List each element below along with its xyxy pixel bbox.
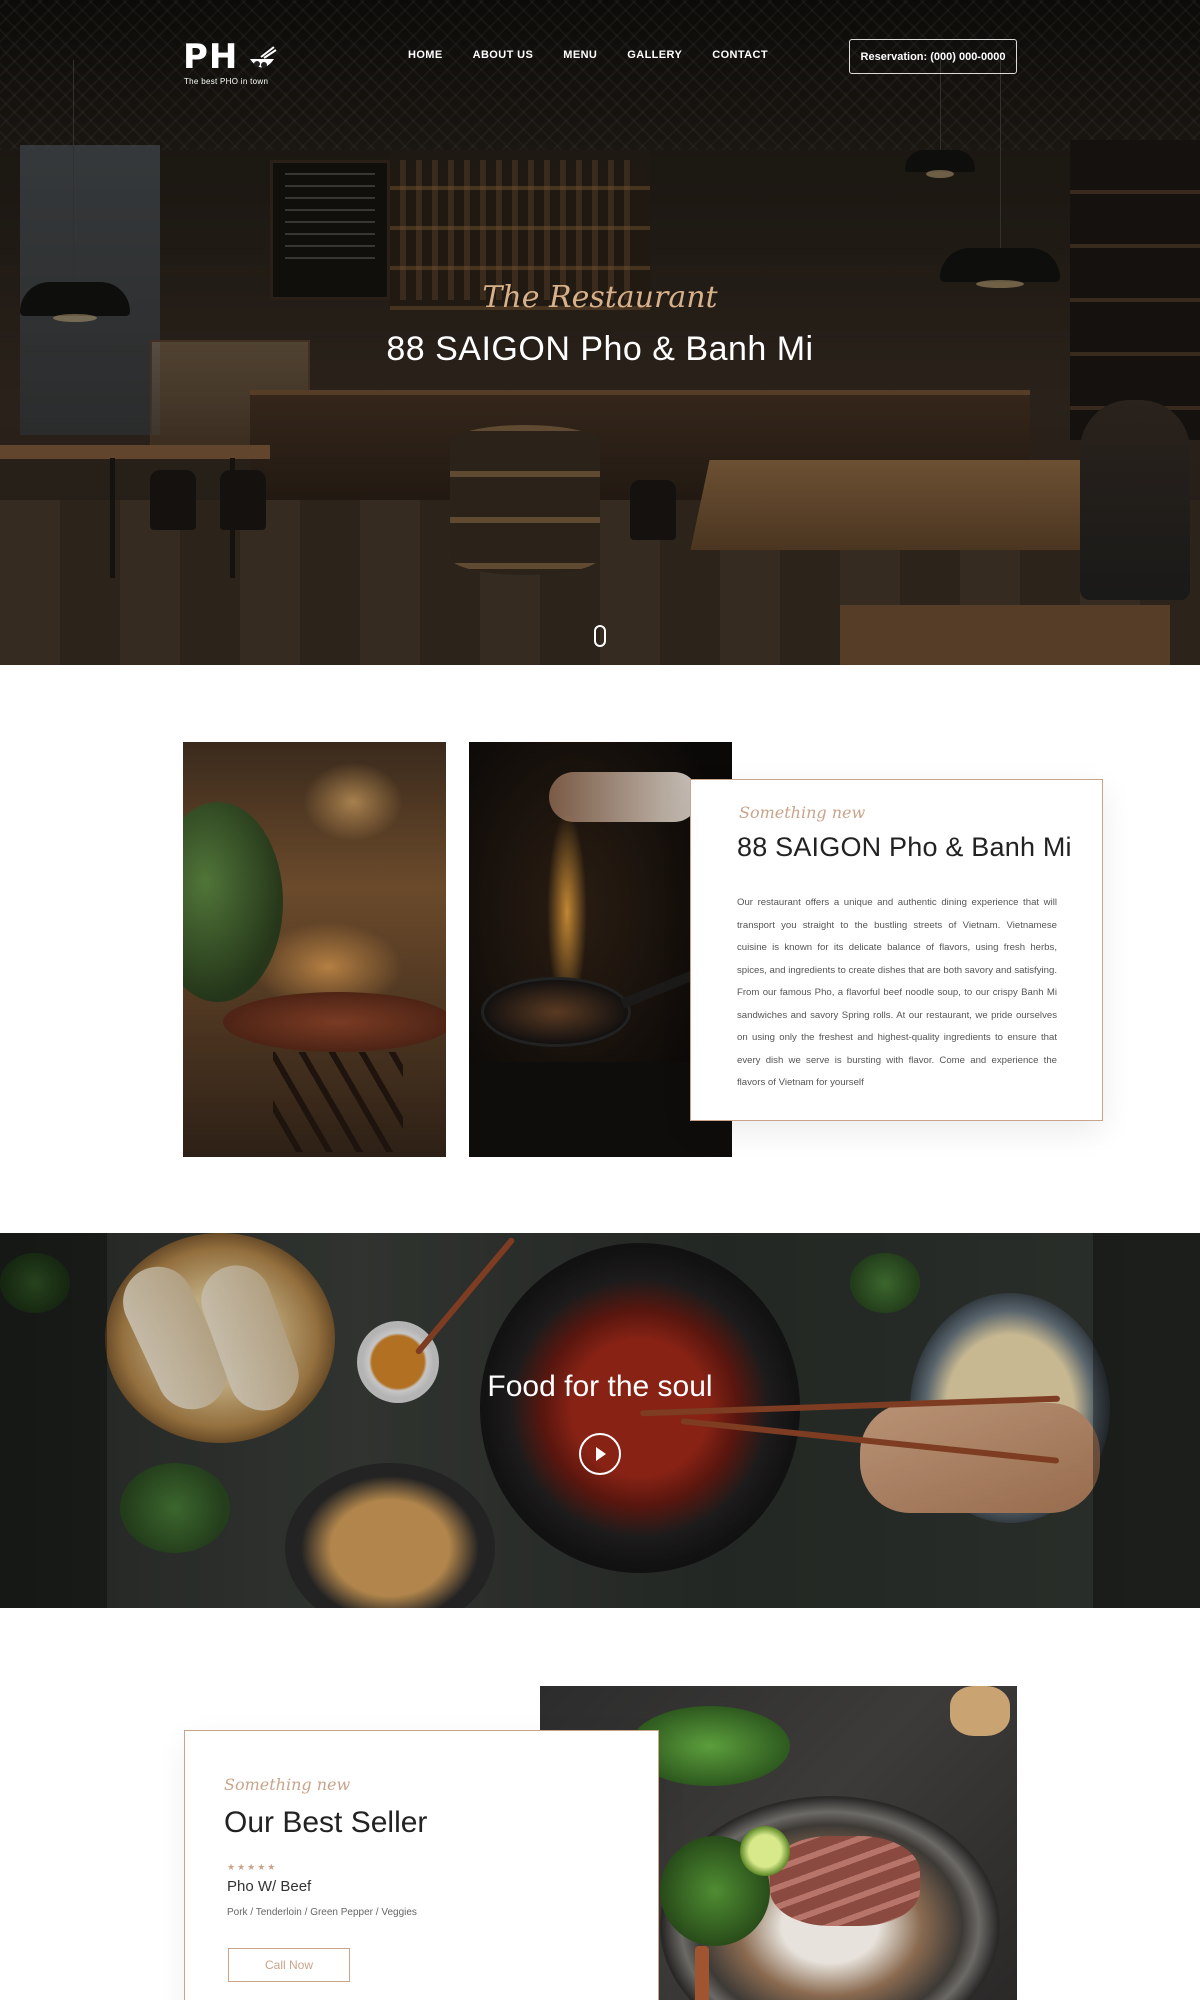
best-seller-script: Something new xyxy=(224,1775,351,1794)
hero-title: 88 SAIGON Pho & Banh Mi xyxy=(386,330,814,368)
reservation-button[interactable]: Reservation: (000) 000-0000 xyxy=(849,39,1017,74)
nav-menu[interactable]: MENU xyxy=(563,49,597,61)
nav-home[interactable]: HOME xyxy=(408,49,443,61)
banner-overlay xyxy=(0,1233,1200,1608)
about-title: 88 SAIGON Pho & Banh Mi xyxy=(737,832,1072,862)
item-description: Pork / Tenderloin / Green Pepper / Veggi… xyxy=(227,1907,417,1918)
about-image-dining xyxy=(183,742,446,1157)
frying-pan xyxy=(481,977,631,1047)
hero-script-heading: The Restaurant xyxy=(482,280,718,315)
top-nav: PH The best PHO in town HOME ABOUT US ME… xyxy=(0,0,1200,110)
logo-text: PH xyxy=(183,37,239,77)
pho-bowl-icon xyxy=(250,46,277,68)
nav-contact[interactable]: CONTACT xyxy=(712,49,768,61)
play-icon xyxy=(596,1447,606,1461)
logo[interactable]: PH The best PHO in town xyxy=(183,40,293,90)
play-button[interactable] xyxy=(579,1433,621,1475)
about-script: Something new xyxy=(739,803,866,822)
best-seller-card: Something new Our Best Seller ★★★★★ Pho … xyxy=(184,1730,659,2000)
main-menu: HOME ABOUT US MENU GALLERY CONTACT xyxy=(408,49,798,61)
mouse-scroll-icon[interactable] xyxy=(594,625,606,647)
call-now-button[interactable]: Call Now xyxy=(228,1948,350,1982)
lamp-glow xyxy=(303,762,403,842)
beef-slices xyxy=(770,1836,920,1926)
food-banner xyxy=(0,1233,1200,1608)
nav-gallery[interactable]: GALLERY xyxy=(627,49,682,61)
rating-stars: ★★★★★ xyxy=(227,1862,278,1872)
about-body: Our restaurant offers a unique and authe… xyxy=(737,897,1057,1088)
best-seller-title: Our Best Seller xyxy=(224,1806,428,1839)
nav-about-us[interactable]: ABOUT US xyxy=(473,49,534,61)
table-legs xyxy=(273,1052,403,1152)
logo-tagline: The best PHO in town xyxy=(184,77,269,86)
round-table xyxy=(223,992,446,1052)
about-card: Something new 88 SAIGON Pho & Banh Mi Ou… xyxy=(690,779,1103,1121)
ginger xyxy=(950,1686,1010,1736)
lime-wedge xyxy=(740,1826,790,1876)
chopsticks xyxy=(695,1946,709,2000)
item-name: Pho W/ Beef xyxy=(227,1878,312,1895)
food-banner-title: Food for the soul xyxy=(487,1370,713,1403)
